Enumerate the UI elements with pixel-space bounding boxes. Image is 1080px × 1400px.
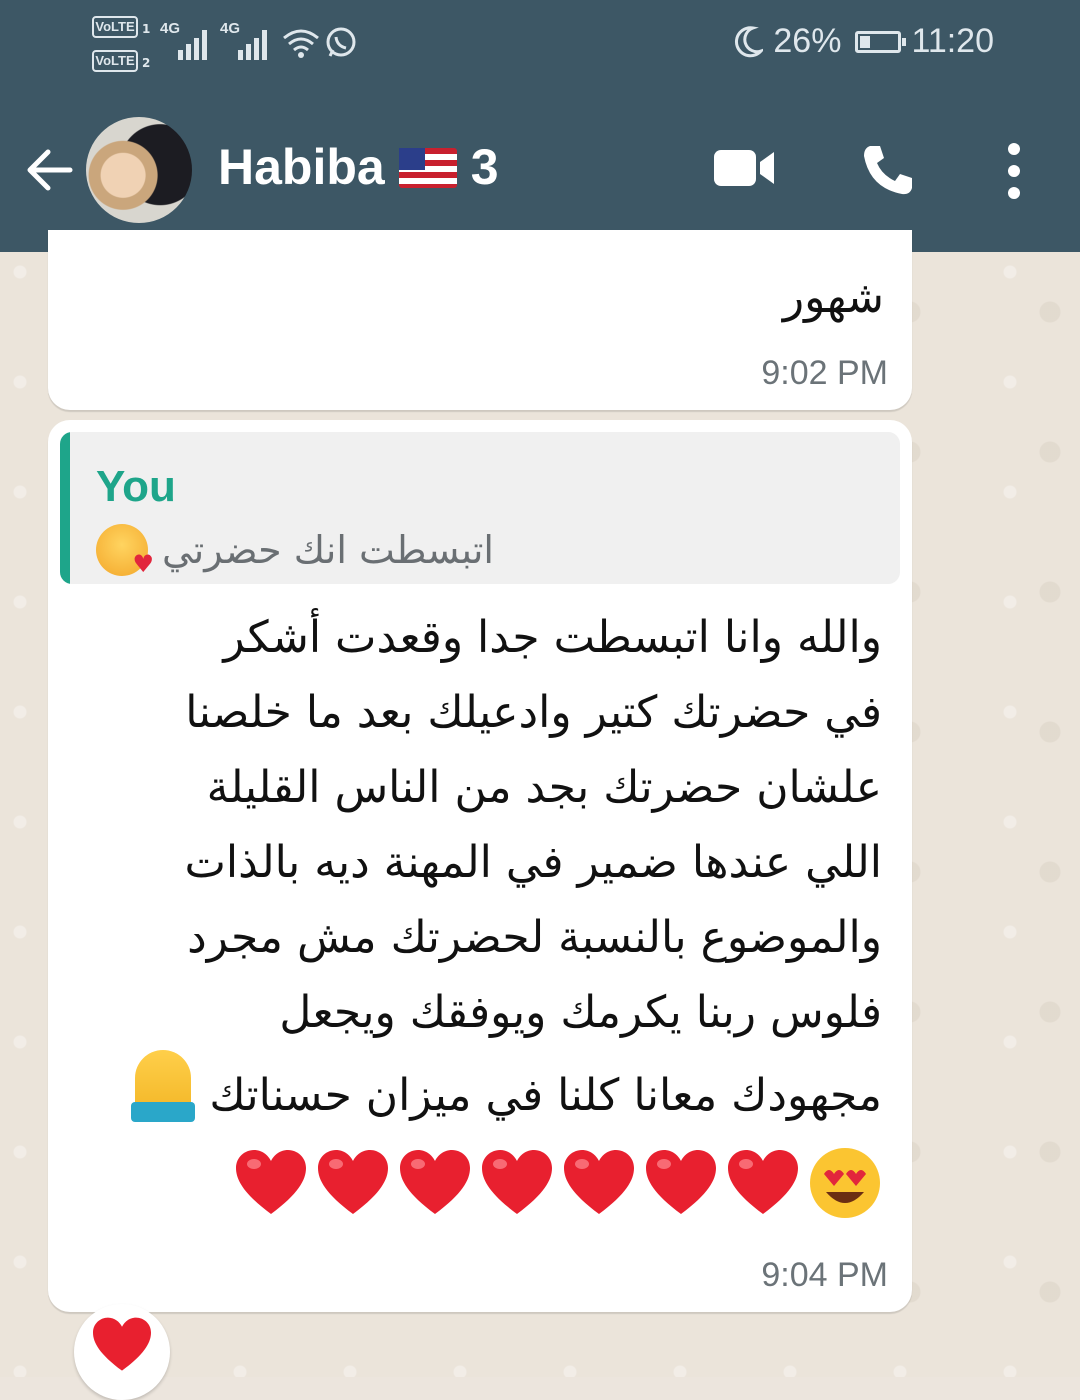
moon-icon [735,25,764,57]
message-line: فلوس ربنا يكرمك ويوفقك ويجعل [279,987,882,1038]
message-time: 9:04 PM [761,1256,888,1294]
red-heart-emoji-icon [726,1148,800,1218]
folded-hands-emoji-icon [131,1050,196,1122]
chat-header: Habiba 3 [0,90,1080,252]
voice-call-icon[interactable] [860,142,916,198]
quoted-text: اتبسطت انك حضرتي [162,528,494,572]
message-body: والله وانا اتبسطت جدا وقعدت أشكر في حضرت… [82,600,882,1133]
wifi-icon [283,29,319,58]
message-line: علشان حضرتك بجد من الناس القليلة [206,762,882,813]
quoted-text-row: اتبسطت انك حضرتي [96,524,494,578]
contact-name-suffix: 3 [470,139,499,195]
message-line: في حضرتك كتير وادعيلك بعد ما خلصنا [185,687,882,738]
message-line: والموضوع بالنسبة لحضرتك مش مجرد [187,912,882,963]
contact-name[interactable]: Habiba 3 [218,138,499,196]
red-heart-emoji-icon [398,1148,472,1218]
sim2-number: 2 [142,56,151,70]
message-line-last: مجهودك معانا كلنا في ميزان حسناتك [82,1050,882,1133]
back-arrow-icon[interactable] [22,142,78,198]
quoted-author: You [96,462,176,511]
us-flag-icon [398,148,457,188]
clock: 11:20 [911,22,994,60]
red-heart-emoji-icon [234,1148,308,1218]
battery-percent: 26% [773,22,842,60]
status-bar: VoLTE 1 VoLTE 2 4G 4G 26% 11:20 [0,0,1080,90]
red-heart-emoji-icon [316,1148,390,1218]
battery-icon [855,30,907,53]
message-line: اللي عندها ضمير في المهنة ديه بالذات [184,837,882,888]
message-bubble[interactable]: You اتبسطت انك حضرتي والله وانا اتبسطت ج… [48,420,912,1312]
message-line: مجهودك معانا كلنا في ميزان حسناتك [209,1070,882,1121]
status-right: 26% 11:20 [733,22,994,61]
message-time: 9:02 PM [761,354,888,392]
red-heart-emoji-icon [644,1148,718,1218]
battery-fill [860,35,870,48]
emoji-row [234,1146,882,1220]
whatsapp-icon [326,27,356,57]
kissing-face-emoji-icon [96,524,154,578]
sim1-number: 1 [142,22,151,36]
red-heart-emoji-icon [562,1148,636,1218]
message-reaction[interactable] [74,1304,170,1400]
volte-badge-sim1: VoLTE [92,16,138,38]
more-options-icon[interactable] [1000,142,1028,200]
message-line: والله وانا اتبسطت جدا وقعدت أشكر [223,612,882,663]
heart-eyes-emoji-icon [810,1148,880,1218]
message-text: شهور [782,272,884,323]
quoted-message[interactable]: You اتبسطت انك حضرتي [60,432,900,584]
volte-badge-sim2: VoLTE [92,50,138,72]
video-call-icon[interactable] [714,146,776,190]
contact-name-text: Habiba [218,139,385,195]
red-heart-emoji-icon [480,1148,554,1218]
red-heart-reaction-icon [91,1316,153,1374]
quote-accent-bar [60,432,70,584]
message-bubble[interactable]: شهور 9:02 PM [48,230,912,410]
contact-avatar[interactable] [86,117,192,223]
